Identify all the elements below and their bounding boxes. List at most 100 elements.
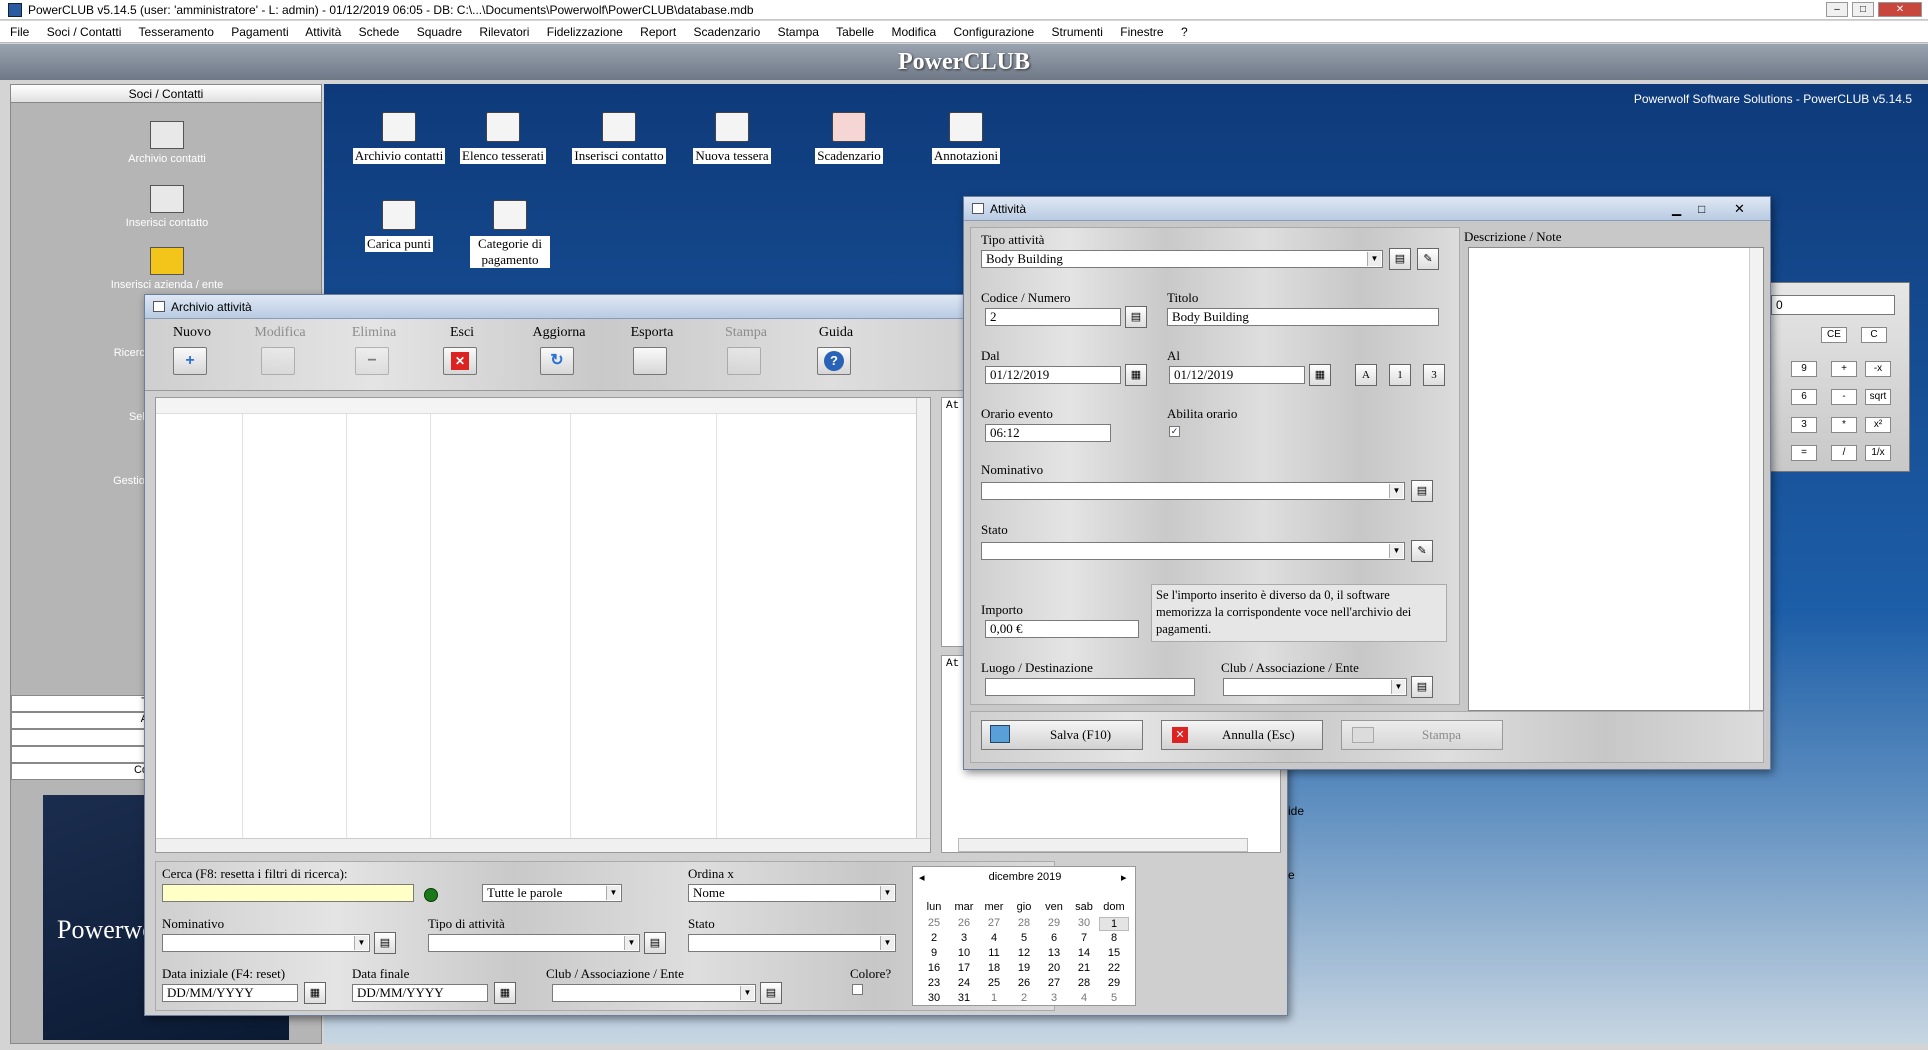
menu-help[interactable]: ? — [1181, 25, 1188, 39]
calendar-day[interactable]: 3 — [949, 932, 979, 944]
close-button[interactable]: ✕ — [1734, 197, 1745, 221]
club-filter-lookup-button[interactable]: ▤ — [760, 982, 782, 1004]
calendar-day[interactable]: 18 — [979, 962, 1009, 974]
calendar-day[interactable]: 30 — [919, 992, 949, 1004]
menu-squadre[interactable]: Squadre — [417, 25, 462, 39]
data-iniziale-calendar-button[interactable]: ▦ — [304, 982, 326, 1004]
minimize-button[interactable]: ▁ — [1672, 197, 1681, 221]
minimize-button[interactable]: – — [1826, 2, 1848, 17]
annulla-button[interactable]: ✕ Annulla (Esc) — [1161, 720, 1323, 750]
desktop-icon-carica-punti[interactable]: Carica punti — [344, 200, 454, 252]
month-calendar[interactable]: ◂ dicembre 2019 ▸ lun mar mer gio ven sa… — [912, 866, 1136, 1006]
calendar-day[interactable]: 10 — [949, 947, 979, 959]
maximize-button[interactable]: □ — [1698, 197, 1705, 221]
calendar-day[interactable]: 23 — [919, 977, 949, 989]
colore-checkbox[interactable] — [852, 984, 863, 995]
tipo-attivita-lookup-button[interactable]: ▤ — [644, 932, 666, 954]
data-finale-calendar-button[interactable]: ▦ — [494, 982, 516, 1004]
calendar-day[interactable]: 4 — [1069, 992, 1099, 1004]
calc-button-ce[interactable]: CE — [1821, 327, 1847, 343]
descrizione-scrollbar[interactable] — [1749, 248, 1763, 710]
nominativo-select[interactable]: ▼ — [162, 934, 370, 952]
calendar-day[interactable]: 15 — [1099, 947, 1129, 959]
grid-header-row[interactable] — [156, 398, 918, 414]
toolbar-esporta-button[interactable] — [633, 347, 667, 375]
calendar-day[interactable]: 24 — [949, 977, 979, 989]
calc-button-square[interactable]: x² — [1865, 417, 1891, 433]
calendar-day[interactable]: 8 — [1099, 932, 1129, 944]
codice-lookup-button[interactable]: ▤ — [1125, 306, 1147, 328]
calendar-day[interactable]: 14 — [1069, 947, 1099, 959]
calc-button-sqrt[interactable]: sqrt — [1865, 389, 1891, 405]
sidebar-header[interactable]: Soci / Contatti — [11, 85, 321, 103]
tipo-attivita-select[interactable]: ▼ — [428, 934, 640, 952]
nominativo-lookup-button[interactable]: ▤ — [1411, 480, 1433, 502]
calendar-day[interactable]: 25 — [919, 917, 949, 929]
menu-configurazione[interactable]: Configurazione — [953, 25, 1034, 39]
stato-filter-select[interactable]: ▼ — [688, 934, 896, 952]
desktop-icon-nuova-tessera[interactable]: Nuova tessera — [677, 112, 787, 164]
calendar-day[interactable]: 27 — [979, 917, 1009, 929]
menu-pagamenti[interactable]: Pagamenti — [231, 25, 288, 39]
calendar-day[interactable]: 20 — [1039, 962, 1069, 974]
match-mode-select[interactable]: Tutte le parole ▼ — [482, 884, 622, 902]
toolbar-nuovo-button[interactable]: + — [173, 347, 207, 375]
desktop-icon-annotazioni[interactable]: Annotazioni — [911, 112, 1021, 164]
desktop-icon-scadenzario[interactable]: Scadenzario — [794, 112, 904, 164]
toolbar-guida-button[interactable]: ? — [817, 347, 851, 375]
toolbar-esci-button[interactable]: ✕ — [443, 347, 477, 375]
menu-fidelizzazione[interactable]: Fidelizzazione — [547, 25, 623, 39]
sidebar-item-inserisci-azienda[interactable]: Inserisci azienda / ente — [47, 247, 287, 291]
calendar-day[interactable]: 19 — [1009, 962, 1039, 974]
calendar-day[interactable]: 1 — [1099, 917, 1129, 931]
calendar-day[interactable]: 26 — [949, 917, 979, 929]
close-button[interactable]: ✕ — [1878, 2, 1922, 17]
tipo-attivita-lookup-button[interactable]: ▤ — [1389, 248, 1411, 270]
calendar-day[interactable]: 13 — [1039, 947, 1069, 959]
calendar-next-button[interactable]: ▸ — [1121, 871, 1127, 884]
menu-finestre[interactable]: Finestre — [1120, 25, 1163, 39]
attivita-title-bar[interactable]: Attività ▁ □ ✕ — [964, 197, 1770, 221]
desktop-icon-inserisci-contatto[interactable]: Inserisci contatto — [564, 112, 674, 164]
stampa-button[interactable]: Stampa — [1341, 720, 1503, 750]
codice-input[interactable]: 2 — [985, 308, 1121, 326]
calc-button-multiply[interactable]: * — [1831, 417, 1857, 433]
nominativo-select[interactable]: ▼ — [981, 482, 1405, 500]
tipo-attivita-edit-button[interactable]: ✎ — [1417, 248, 1439, 270]
calendar-day[interactable]: 2 — [1009, 992, 1039, 1004]
calendar-day[interactable]: 12 — [1009, 947, 1039, 959]
calendar-day[interactable]: 17 — [949, 962, 979, 974]
sidebar-item-ricerca[interactable]: Ricerca — [71, 347, 151, 359]
ordina-select[interactable]: Nome ▼ — [688, 884, 896, 902]
stato-select[interactable]: ▼ — [981, 542, 1405, 560]
al-calendar-button[interactable]: ▦ — [1309, 364, 1331, 386]
calendar-day[interactable]: 28 — [1069, 977, 1099, 989]
club-select[interactable]: ▼ — [1223, 678, 1407, 696]
menu-scadenzario[interactable]: Scadenzario — [694, 25, 761, 39]
abilita-orario-checkbox[interactable]: ✓ — [1169, 426, 1180, 437]
sidebar-item-archivio-contatti[interactable]: Archivio contatti — [47, 121, 287, 165]
calendar-day[interactable]: 26 — [1009, 977, 1039, 989]
menu-stampa[interactable]: Stampa — [778, 25, 819, 39]
calc-button-c[interactable]: C — [1861, 327, 1887, 343]
menu-schede[interactable]: Schede — [359, 25, 400, 39]
sidebar-item-gestione[interactable]: Gestion — [71, 475, 151, 487]
calendar-day[interactable]: 5 — [1009, 932, 1039, 944]
calendar-day[interactable]: 1 — [979, 992, 1009, 1004]
sidebar-item-inserisci-contatto[interactable]: Inserisci contatto — [47, 185, 287, 229]
calendar-day[interactable]: 28 — [1009, 917, 1039, 929]
calc-button-equals[interactable]: = — [1791, 445, 1817, 461]
club-lookup-button[interactable]: ▤ — [1411, 676, 1433, 698]
calendar-day[interactable]: 3 — [1039, 992, 1069, 1004]
nominativo-lookup-button[interactable]: ▤ — [374, 932, 396, 954]
luogo-input[interactable] — [985, 678, 1195, 696]
al-input[interactable]: 01/12/2019 — [1169, 366, 1305, 384]
grid-vertical-scrollbar[interactable] — [916, 398, 930, 852]
calc-button-9[interactable]: 9 — [1791, 361, 1817, 377]
desktop-icon-archivio-contatti[interactable]: Archivio contatti — [344, 112, 454, 164]
titolo-input[interactable]: Body Building — [1167, 308, 1439, 326]
toolbar-elimina-button[interactable]: − — [355, 347, 389, 375]
stato-edit-button[interactable]: ✎ — [1411, 540, 1433, 562]
maximize-button[interactable]: □ — [1852, 2, 1874, 17]
toolbar-aggiorna-button[interactable]: ↻ — [540, 347, 574, 375]
